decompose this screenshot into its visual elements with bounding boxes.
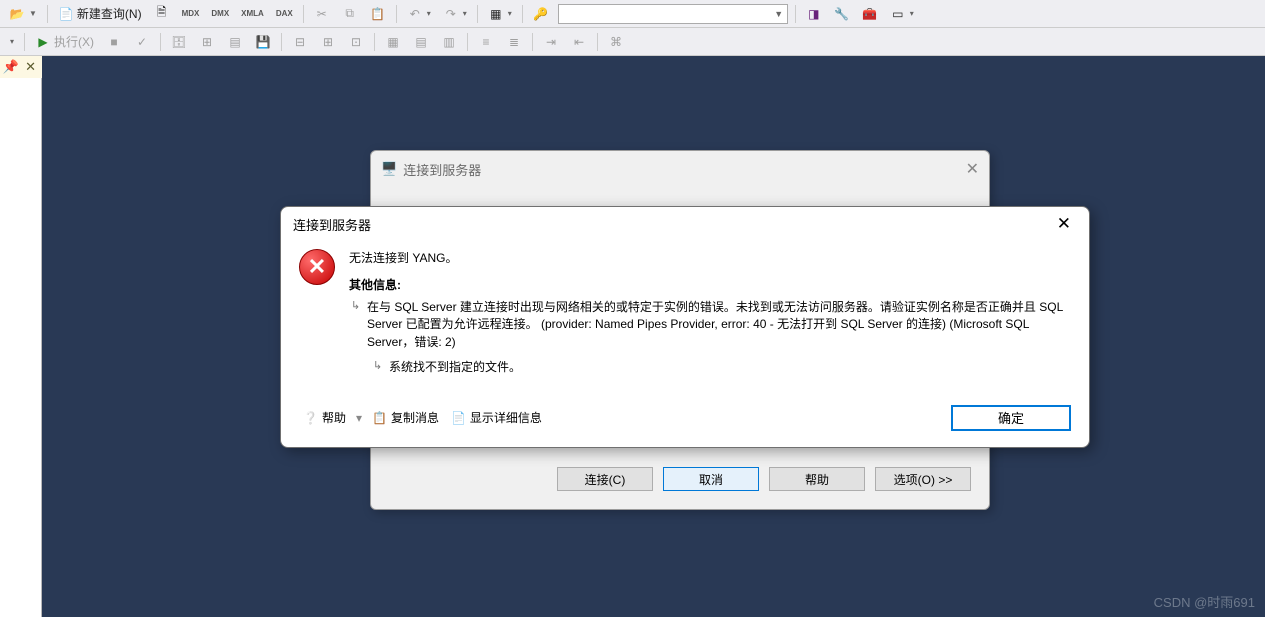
separator [47,5,48,23]
results-text-icon: ▤ [408,31,434,53]
new-query-label: 新建查询(N) [77,5,142,22]
dax-button[interactable]: DAX [271,3,298,25]
save-icon: 💾 [250,31,276,53]
error-dialog: 连接到服务器 ✕ ✕ 无法连接到 YANG。 其他信息: 在与 SQL Serv… [280,206,1090,448]
separator [467,33,468,51]
cut-icon: ✂ [309,3,335,25]
sqlcmd-icon: ⌘ [603,31,629,53]
stop-icon: ■ [101,31,127,53]
indent-icon: ⇥ [538,31,564,53]
schema-icon: ⊞ [194,31,220,53]
ok-button[interactable]: 确定 [951,405,1071,431]
copy-icon: 📋 [372,411,387,425]
separator [396,5,397,23]
db-icon: 🗄 [166,31,192,53]
details-icon: 📄 [451,411,466,425]
separator [597,33,598,51]
separator [477,5,478,23]
error-dialog-title: 连接到服务器 [293,215,371,234]
separator [795,5,796,23]
comment-icon: ≡ [473,31,499,53]
server-dropdown[interactable]: ▼ [558,4,788,24]
pin-icon[interactable]: 📌 [3,59,19,75]
wrench-icon[interactable]: 🔧 [829,3,855,25]
trace-icon: ⊡ [343,31,369,53]
toolbar-row-2: ▾ ▶ 执行(X) ■ ✓ 🗄 ⊞ ▤ 💾 ⊟ ⊞ ⊡ ▦ ▤ ▥ ≡ ≣ ⇥ … [0,28,1265,56]
open-icon[interactable]: 📂▼ [4,3,42,25]
dmx-button[interactable]: DMX [206,3,234,25]
watermark: CSDN @时雨691 [1154,592,1255,611]
error-detail-1: 在与 SQL Server 建立连接时出现与网络相关的或特定于实例的错误。未找到… [367,299,1071,351]
toolbar-row-1: 📂▼ 📄 新建查询(N) 🗎 MDX DMX XMLA DAX ✂ ⧉ 📋 ↶▾… [0,0,1265,28]
uncomment-icon: ≣ [501,31,527,53]
panel-close-icon[interactable]: ✕ [25,59,36,75]
new-query-icon: 📄 [58,6,74,22]
results-grid-icon: ▦ [380,31,406,53]
error-footer: ❔ 帮助 ▾ 📋 复制消息 📄 显示详细信息 确定 [281,395,1089,447]
connect-dialog-buttons: 连接(C) 取消 帮助 选项(O) >> [557,467,971,491]
cancel-button[interactable]: 取消 [663,467,759,491]
error-subheading: 其他信息: [349,276,1071,293]
error-icon: ✕ [299,249,335,285]
xmla-button[interactable]: XMLA [236,3,269,25]
help-link[interactable]: ❔ 帮助 [299,407,350,428]
close-icon[interactable]: ✕ [1051,214,1077,234]
separator [303,5,304,23]
help-icon: ❔ [303,411,318,425]
separator [160,33,161,51]
error-detail-2: 系统找不到指定的文件。 [389,359,1071,376]
plan-icon: ⊟ [287,31,313,53]
window-icon[interactable]: ▭▾ [885,3,919,25]
show-details-link[interactable]: 📄 显示详细信息 [447,407,546,428]
error-text: 无法连接到 YANG。 其他信息: 在与 SQL Server 建立连接时出现与… [349,249,1071,385]
undo-icon[interactable]: ↶▾ [402,3,436,25]
new-query-button[interactable]: 📄 新建查询(N) [53,3,147,25]
results-file-icon: ▥ [436,31,462,53]
error-body: ✕ 无法连接到 YANG。 其他信息: 在与 SQL Server 建立连接时出… [281,241,1089,395]
paste-icon: 📋 [365,3,391,25]
mdx-button[interactable]: MDX [177,3,205,25]
vs-icon[interactable]: ◨ [801,3,827,25]
help-button[interactable]: 帮助 [769,467,865,491]
grid-icon[interactable]: ▦▾ [483,3,517,25]
parse-icon: ✓ [129,31,155,53]
separator [281,33,282,51]
close-icon[interactable]: ✕ [966,159,979,179]
error-dialog-title-bar: 连接到服务器 ✕ [281,207,1089,241]
connect-dialog-title: 连接到服务器 [403,160,481,179]
left-panel: 📌 ✕ [0,56,42,617]
chevron-down-icon: ▼ [771,9,787,19]
outdent-icon: ⇤ [566,31,592,53]
connect-button[interactable]: 连接(C) [557,467,653,491]
error-heading: 无法连接到 YANG。 [349,249,1071,266]
panel-header: 📌 ✕ [0,56,42,78]
dropdown-toggle[interactable]: ▾ [4,31,19,53]
execute-label: 执行(X) [54,33,94,50]
server-icon: 🖥️ [381,161,397,177]
file-icon[interactable]: 🗎 [149,3,175,25]
separator [374,33,375,51]
play-icon: ▶ [35,34,51,50]
separator [532,33,533,51]
table-icon: ▤ [222,31,248,53]
copy-message-link[interactable]: 📋 复制消息 [368,407,443,428]
redo-icon[interactable]: ↷▾ [438,3,472,25]
execute-button[interactable]: ▶ 执行(X) [30,31,99,53]
toolbox-icon[interactable]: 🧰 [857,3,883,25]
separator [24,33,25,51]
separator [522,5,523,23]
key-icon[interactable]: 🔑 [528,3,554,25]
copy-icon: ⧉ [337,3,363,25]
connect-dialog-title-bar: 🖥️ 连接到服务器 ✕ [371,151,989,187]
options-button[interactable]: 选项(O) >> [875,467,971,491]
separator: ▾ [354,411,364,425]
stats-icon: ⊞ [315,31,341,53]
